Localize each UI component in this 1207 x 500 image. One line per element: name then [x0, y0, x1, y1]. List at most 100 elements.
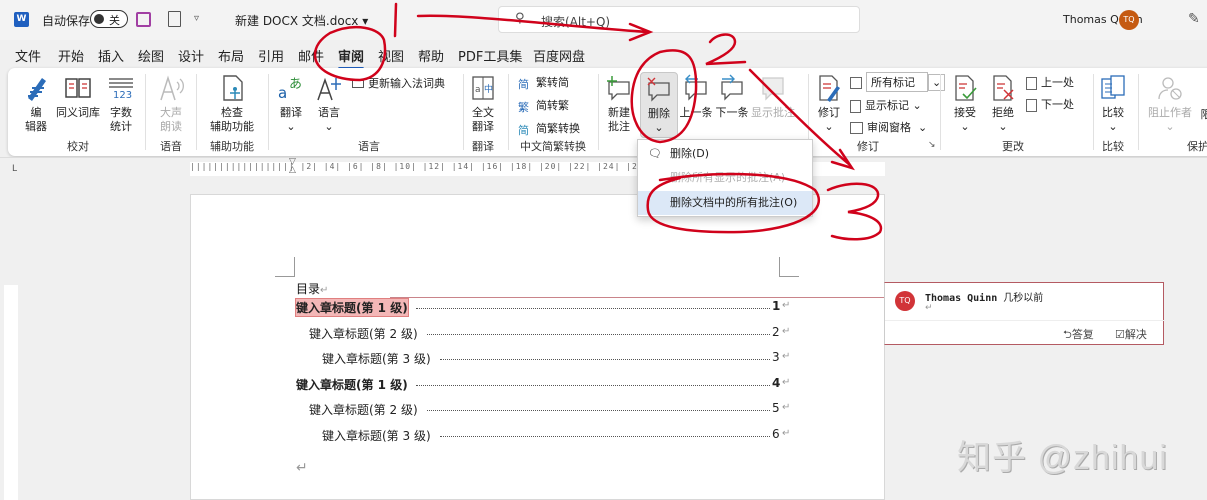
- new-comment-label: 新建 批注: [608, 106, 630, 133]
- word-count-button[interactable]: 123 字数 统计: [104, 74, 138, 134]
- convert-simplified-icon: 简: [518, 78, 529, 91]
- tab-references[interactable]: 引用: [258, 46, 284, 65]
- show-comments-button[interactable]: 显示批注: [750, 74, 796, 120]
- menu-item-delete-all-shown[interactable]: 删除所有显示的批注(A): [638, 166, 812, 190]
- group-separator: [196, 74, 197, 150]
- indent-marker[interactable]: ▽ △: [289, 158, 296, 175]
- tracking-options-launcher-icon[interactable]: ↘: [928, 140, 936, 150]
- tab-selector-icon[interactable]: L: [12, 164, 17, 174]
- update-ime-dictionary-button[interactable]: 更新输入法词典: [352, 75, 445, 91]
- reject-button[interactable]: 拒绝 ⌄: [986, 74, 1020, 134]
- toc-leader-dots: [416, 384, 770, 386]
- simplified-to-traditional-button[interactable]: 繁简转繁: [518, 97, 569, 114]
- tab-insert[interactable]: 插入: [98, 46, 124, 65]
- read-aloud-button[interactable]: 大声 朗读: [153, 74, 189, 134]
- document-title[interactable]: 新建 DOCX 文档.docx ▾: [235, 12, 368, 29]
- reviewing-pane-icon: [850, 122, 863, 134]
- save-icon[interactable]: [136, 12, 151, 27]
- chevron-down-icon: ⌄: [654, 121, 664, 134]
- delete-label: 删除: [648, 107, 670, 120]
- compare-button[interactable]: 比较 ⌄: [1096, 74, 1130, 134]
- delete-comment-icon: [647, 77, 670, 102]
- accept-button[interactable]: 接受 ⌄: [948, 74, 982, 134]
- group-separator: [940, 74, 941, 150]
- previous-comment-button[interactable]: 上一条: [678, 74, 714, 120]
- resolve-label: 解决: [1124, 328, 1147, 341]
- chevron-down-icon: ▾: [362, 14, 369, 28]
- autosave-toggle[interactable]: 关: [90, 10, 128, 28]
- horizontal-ruler: L |||||||||||||||||| |2| |4| |6| |8| |10…: [0, 157, 1207, 179]
- traditional-to-simplified-button[interactable]: 简繁转简: [518, 74, 569, 91]
- toc-entry[interactable]: 键入章标题(第 2 级) 5 ↵: [296, 401, 790, 421]
- check-accessibility-button[interactable]: 检查 辅助功能: [204, 74, 260, 134]
- markup-display-select[interactable]: 所有标记 ⌄: [850, 72, 946, 92]
- tab-design[interactable]: 设计: [178, 46, 204, 65]
- convert-icon: 简: [518, 124, 529, 137]
- paragraph-mark: ↵: [320, 285, 329, 296]
- menu-item-delete-label: 删除(D): [670, 147, 710, 160]
- tab-draw[interactable]: 绘图: [138, 46, 164, 65]
- user-avatar[interactable]: TQ: [1119, 10, 1139, 30]
- watermark: 知乎 @zhihui: [957, 439, 1168, 477]
- full-translate-button[interactable]: a中 全文 翻译: [466, 74, 500, 134]
- toc-entry[interactable]: 键入章标题(第 1 级) 1 ↵: [295, 298, 790, 319]
- thesaurus-button[interactable]: 同义词库: [56, 74, 100, 120]
- paragraph-mark: ↵: [782, 325, 791, 337]
- svg-text:a: a: [475, 85, 481, 95]
- toc-entry[interactable]: 键入章标题(第 1 级) 4 ↵: [296, 376, 790, 396]
- tab-file[interactable]: 文件: [15, 46, 41, 65]
- toc-entry[interactable]: 键入章标题(第 3 级) 3 ↵: [296, 350, 790, 370]
- print-preview-icon[interactable]: [168, 11, 181, 27]
- reply-button[interactable]: ⮌答复: [1063, 326, 1094, 345]
- svg-text:a: a: [278, 84, 287, 102]
- search-box[interactable]: ⚲ 搜索(Alt+Q): [498, 6, 860, 33]
- comment-body[interactable]: ↵: [925, 303, 933, 313]
- customize-quick-access-icon[interactable]: ▿: [194, 13, 199, 24]
- accept-label: 接受: [954, 106, 976, 119]
- toc-entry-text: 键入章标题(第 2 级): [309, 403, 418, 417]
- reviewing-pane-button[interactable]: 审阅窗格 ⌄: [850, 119, 927, 135]
- previous-change-button[interactable]: 上一处: [1026, 74, 1074, 90]
- menu-item-delete-all-in-document[interactable]: 删除文档中的所有批注(O): [638, 191, 812, 215]
- group-separator: [268, 74, 269, 150]
- tab-home[interactable]: 开始: [58, 46, 84, 65]
- compare-icon: [1101, 75, 1125, 99]
- restrict-label: 限: [1200, 108, 1207, 121]
- editor-button[interactable]: 编 辑器: [18, 74, 54, 134]
- group-label-language: 语言: [358, 140, 380, 153]
- pen-icon[interactable]: ✎: [1188, 11, 1200, 27]
- tab-baidu-netdisk[interactable]: 百度网盘: [533, 46, 585, 65]
- document-page[interactable]: 目录↵ 键入章标题(第 1 级) 1 ↵ 键入章标题(第 2 级) 2 ↵ 键入章标题(第 …: [190, 194, 885, 500]
- toc-entry[interactable]: 键入章标题(第 3 级) 6 ↵: [296, 427, 790, 447]
- tab-review[interactable]: 审阅: [338, 46, 365, 70]
- simplified-traditional-convert-button[interactable]: 简简繁转换: [518, 120, 580, 137]
- show-markup-button[interactable]: 显示标记 ⌄: [850, 97, 922, 113]
- track-changes-button[interactable]: 修订 ⌄: [812, 74, 846, 134]
- group-label-compare: 比较: [1102, 140, 1124, 153]
- vertical-ruler: [4, 185, 18, 500]
- block-authors-button[interactable]: 阻止作者 ⌄: [1148, 74, 1192, 134]
- tab-mailings[interactable]: 邮件: [298, 46, 324, 65]
- tab-help[interactable]: 帮助: [418, 46, 444, 65]
- menu-item-delete[interactable]: 🗨 删除(D): [638, 142, 812, 166]
- next-change-button[interactable]: 下一处: [1026, 96, 1074, 112]
- language-button[interactable]: 语言 ⌄: [312, 74, 346, 134]
- tab-view[interactable]: 视图: [378, 46, 404, 65]
- translate-button[interactable]: aあ 翻译 ⌄: [274, 74, 308, 134]
- delete-comment-button[interactable]: 删除 ⌄: [640, 72, 678, 138]
- resolve-button[interactable]: ☑解决: [1115, 326, 1147, 342]
- comment-card[interactable]: TQ Thomas Quinn 几秒以前 ↵ ⮌答复 ☑解决: [884, 282, 1165, 345]
- previous-comment-icon: [685, 74, 707, 101]
- previous-change-label: 上一处: [1041, 76, 1074, 89]
- tab-layout[interactable]: 布局: [218, 46, 244, 65]
- toc-entry[interactable]: 键入章标题(第 2 级) 2 ↵: [296, 325, 790, 345]
- menu-item-delete-all-shown-label: 删除所有显示的批注(A): [670, 171, 786, 184]
- next-comment-button[interactable]: 下一条: [714, 74, 750, 120]
- new-comment-button[interactable]: 新建 批注: [602, 74, 636, 134]
- reply-label: 答复: [1071, 328, 1094, 341]
- title-bar: W 自动保存 关 ▿ 新建 DOCX 文档.docx ▾ ⚲ 搜索(Alt+Q)…: [0, 0, 1207, 40]
- track-changes-label: 修订: [818, 106, 840, 119]
- group-label-speech: 语音: [160, 140, 182, 153]
- tab-pdf-tools[interactable]: PDF工具集: [458, 46, 522, 65]
- restrict-editing-button[interactable]: 限: [1196, 108, 1207, 122]
